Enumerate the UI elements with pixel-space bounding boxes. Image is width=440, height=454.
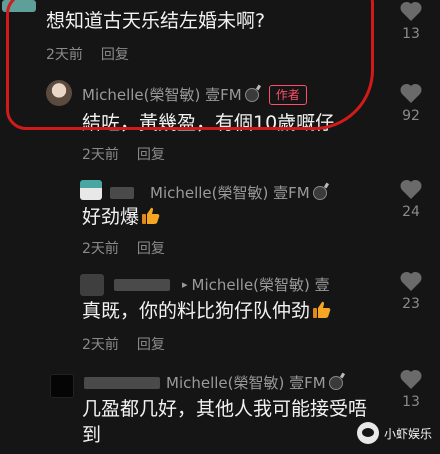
like-button[interactable]: 92: [396, 82, 426, 124]
comment-meta: 2天前 回复: [82, 144, 165, 164]
comment-item: ▸ Michelle(榮智敏) 壹 真既，你的料比狗仔队仲劲 2天前 回复 23: [0, 264, 440, 356]
heart-icon: [400, 1, 422, 22]
comment-item: Michelle(榮智敏) 壹FM 好劲爆 2天前 回复 24: [0, 172, 440, 258]
like-count: 23: [402, 296, 420, 312]
comment-time: 2天前: [82, 147, 119, 163]
like-count: 92: [402, 108, 420, 124]
comment-time: 2天前: [82, 337, 119, 353]
heart-icon: [400, 179, 422, 199]
reply-arrow-icon: ▸: [182, 278, 188, 291]
blurred-username: [84, 376, 160, 389]
like-button[interactable]: 24: [396, 178, 426, 220]
like-count: 24: [402, 204, 420, 220]
thumbs-up-emoji: [313, 301, 331, 318]
like-count: 13: [402, 394, 420, 410]
blurred-username: [114, 278, 170, 291]
comment-text: 真既，你的料比狗仔队仲劲: [82, 298, 332, 324]
comment-time: 2天前: [82, 241, 119, 257]
bomb-icon: [328, 375, 343, 390]
avatar[interactable]: [50, 374, 74, 398]
reply-button[interactable]: 回复: [137, 337, 165, 353]
bomb-icon: [312, 185, 327, 200]
blurred-username: [110, 186, 134, 199]
thumbs-up-emoji: [142, 207, 160, 224]
author-line: Michelle(榮智敏) 壹FM: [84, 372, 343, 393]
watermark-text: 小虾娱乐: [383, 426, 432, 441]
author-line: Michelle(榮智敏) 壹FM: [110, 182, 327, 203]
like-button[interactable]: 23: [396, 270, 426, 312]
like-count: 13: [402, 26, 420, 42]
comment-meta: 2天前 回复: [82, 334, 165, 354]
reply-target-name[interactable]: Michelle(榮智敏) 壹FM: [150, 182, 310, 203]
avatar[interactable]: [80, 180, 102, 200]
like-button[interactable]: 13: [396, 368, 426, 410]
author-line: ▸ Michelle(榮智敏) 壹: [114, 274, 330, 295]
watermark: 小虾娱乐: [356, 422, 432, 444]
heart-icon: [400, 369, 422, 389]
comment-text: 好劲爆: [82, 204, 161, 230]
like-button[interactable]: 13: [396, 0, 426, 42]
reply-target-name[interactable]: Michelle(榮智敏) 壹: [192, 274, 330, 295]
reply-button[interactable]: 回复: [137, 147, 165, 163]
reply-target-name[interactable]: Michelle(榮智敏) 壹FM: [166, 372, 326, 393]
comment-meta: 2天前 回复: [82, 238, 165, 258]
comment-feed: 想知道古天乐结左婚未啊? 2天前 回复 13 Michelle(榮智敏) 壹FM …: [0, 0, 440, 454]
heart-icon: [400, 271, 422, 291]
highlight-circle: [6, 0, 374, 130]
heart-icon: [400, 83, 422, 103]
avatar[interactable]: [80, 274, 104, 296]
comment-text: 几盈都几好，其他人我可能接受唔到: [82, 398, 368, 446]
reply-button[interactable]: 回复: [137, 241, 165, 257]
wechat-logo-icon: [356, 422, 379, 444]
